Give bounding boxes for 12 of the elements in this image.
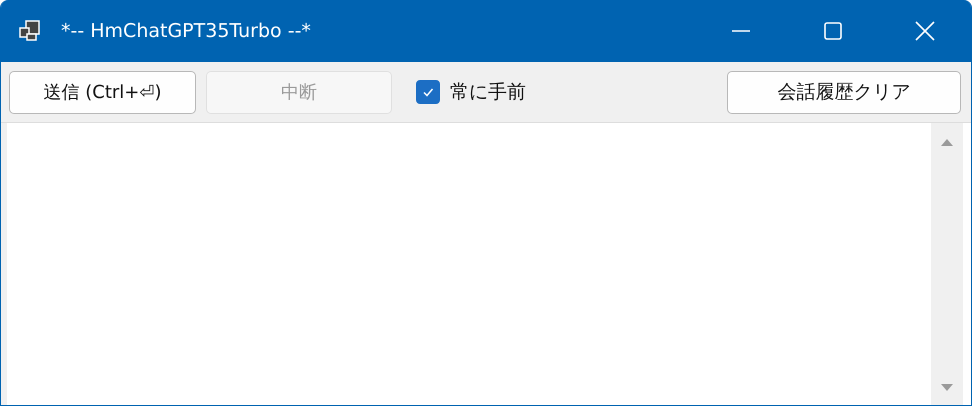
checkbox-label: 常に手前 — [450, 80, 526, 105]
scroll-up-icon[interactable] — [940, 137, 954, 147]
clear-history-button[interactable]: 会話履歴クリア — [727, 70, 961, 114]
minimize-icon — [731, 30, 751, 32]
window-title: *-- HmChatGPT35Turbo --* — [61, 20, 312, 42]
scrollbar[interactable] — [931, 123, 963, 405]
close-icon — [915, 21, 935, 41]
maximize-icon — [823, 21, 843, 41]
windows-icon — [19, 20, 41, 42]
checkbox[interactable] — [416, 80, 440, 104]
scroll-down-icon[interactable] — [940, 383, 954, 393]
toolbar-button[interactable]: 送信 (Ctrl+⏎) — [9, 70, 196, 114]
